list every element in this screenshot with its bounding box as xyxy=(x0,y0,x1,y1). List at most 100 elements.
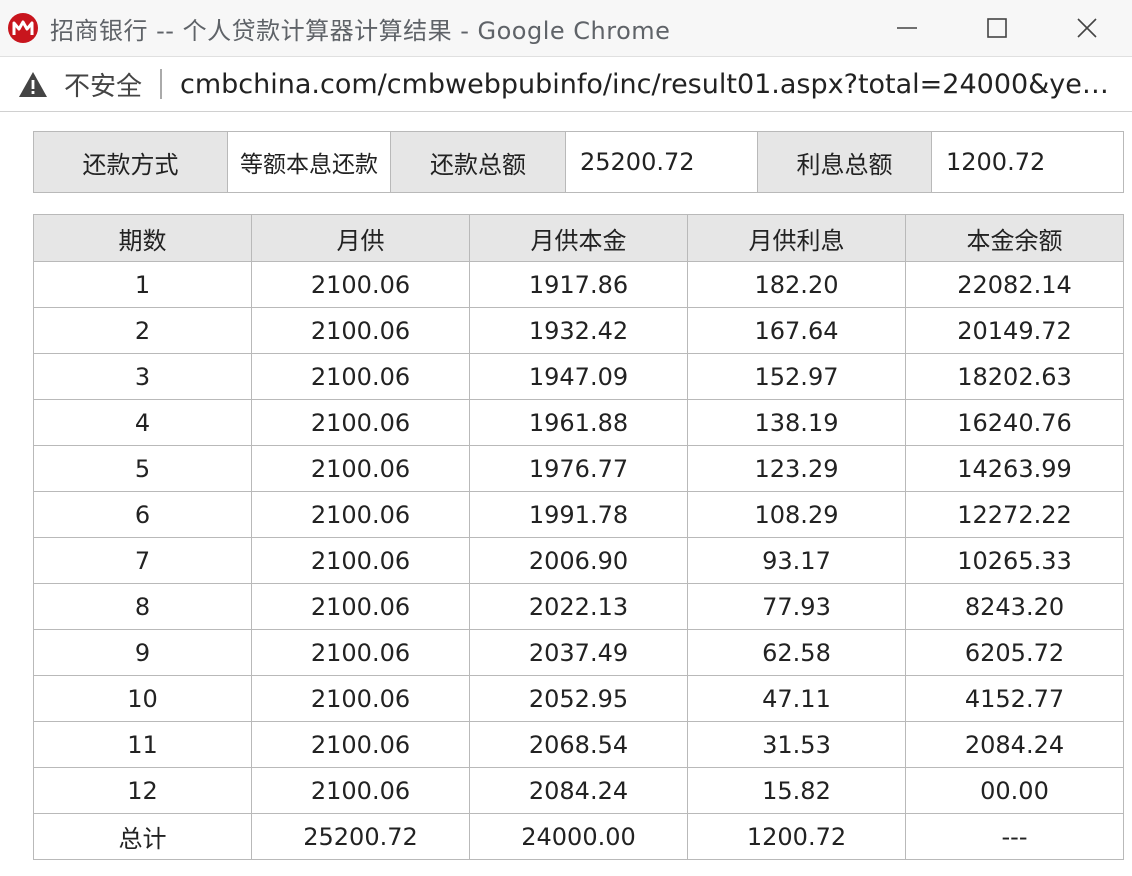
cell-monthly-interest: 167.64 xyxy=(687,307,906,354)
table-row: 1 2100.06 1917.86 182.20 22082.14 xyxy=(33,261,1124,308)
url-field[interactable]: cmbchina.com/cmbwebpubinfo/inc/result01.… xyxy=(180,69,1120,100)
cell-monthly-principal: 1917.86 xyxy=(469,261,688,308)
close-icon[interactable] xyxy=(1042,0,1132,56)
minimize-icon[interactable] xyxy=(862,0,952,56)
cmb-logo-icon xyxy=(8,13,38,43)
window-title-bar: 招商银行 -- 个人贷款计算器计算结果 - Google Chrome xyxy=(0,0,1132,56)
cell-monthly-interest: 15.82 xyxy=(687,767,906,814)
header-monthly-payment: 月供 xyxy=(251,214,470,262)
cell-monthly-payment: 2100.06 xyxy=(251,445,470,492)
cell-total-remaining: --- xyxy=(905,813,1124,860)
cell-monthly-payment: 2100.06 xyxy=(251,537,470,584)
table-row: 12 2100.06 2084.24 15.82 00.00 xyxy=(33,767,1124,814)
cell-monthly-principal: 2084.24 xyxy=(469,767,688,814)
table-row: 5 2100.06 1976.77 123.29 14263.99 xyxy=(33,445,1124,492)
cell-period: 3 xyxy=(33,353,252,400)
cell-monthly-principal: 2037.49 xyxy=(469,629,688,676)
cell-period: 8 xyxy=(33,583,252,630)
address-separator xyxy=(160,69,163,99)
cell-monthly-principal: 1976.77 xyxy=(469,445,688,492)
cell-remaining-principal: 2084.24 xyxy=(905,721,1124,768)
cell-period: 4 xyxy=(33,399,252,446)
cell-monthly-interest: 31.53 xyxy=(687,721,906,768)
cell-monthly-interest: 77.93 xyxy=(687,583,906,630)
table-row: 7 2100.06 2006.90 93.17 10265.33 xyxy=(33,537,1124,584)
cell-total-payment: 25200.72 xyxy=(251,813,470,860)
cell-remaining-principal: 10265.33 xyxy=(905,537,1124,584)
cell-total-label: 总计 xyxy=(33,813,252,860)
cell-period: 7 xyxy=(33,537,252,584)
cell-monthly-payment: 2100.06 xyxy=(251,583,470,630)
header-monthly-interest: 月供利息 xyxy=(687,214,906,262)
cell-monthly-interest: 152.97 xyxy=(687,353,906,400)
cell-monthly-payment: 2100.06 xyxy=(251,675,470,722)
summary-table: 还款方式 等额本息还款 还款总额 25200.72 利息总额 1200.72 xyxy=(33,131,1124,193)
cell-remaining-principal: 00.00 xyxy=(905,767,1124,814)
cell-monthly-payment: 2100.06 xyxy=(251,353,470,400)
cell-monthly-interest: 138.19 xyxy=(687,399,906,446)
cell-remaining-principal: 4152.77 xyxy=(905,675,1124,722)
cell-monthly-principal: 2068.54 xyxy=(469,721,688,768)
cell-remaining-principal: 8243.20 xyxy=(905,583,1124,630)
cell-monthly-payment: 2100.06 xyxy=(251,261,470,308)
cell-monthly-payment: 2100.06 xyxy=(251,767,470,814)
header-remaining-principal: 本金余额 xyxy=(905,214,1124,262)
cell-remaining-principal: 14263.99 xyxy=(905,445,1124,492)
cell-monthly-payment: 2100.06 xyxy=(251,721,470,768)
table-row: 10 2100.06 2052.95 47.11 4152.77 xyxy=(33,675,1124,722)
cell-remaining-principal: 12272.22 xyxy=(905,491,1124,538)
repayment-schedule-table: 期数 月供 月供本金 月供利息 本金余额 1 2100.06 1917.86 1… xyxy=(33,214,1124,860)
cell-monthly-interest: 47.11 xyxy=(687,675,906,722)
cell-period: 5 xyxy=(33,445,252,492)
security-status-label[interactable]: 不安全 xyxy=(64,66,142,103)
total-repayment-value: 25200.72 xyxy=(565,131,758,193)
repayment-method-label: 还款方式 xyxy=(33,131,228,193)
cell-monthly-interest: 62.58 xyxy=(687,629,906,676)
warning-icon[interactable] xyxy=(18,70,48,98)
cell-monthly-principal: 2022.13 xyxy=(469,583,688,630)
repayment-method-value: 等额本息还款 xyxy=(227,131,391,193)
cell-monthly-principal: 1991.78 xyxy=(469,491,688,538)
table-row: 3 2100.06 1947.09 152.97 18202.63 xyxy=(33,353,1124,400)
cell-monthly-principal: 2052.95 xyxy=(469,675,688,722)
cell-monthly-interest: 108.29 xyxy=(687,491,906,538)
cell-period: 6 xyxy=(33,491,252,538)
table-header-row: 期数 月供 月供本金 月供利息 本金余额 xyxy=(33,214,1124,262)
cell-period: 2 xyxy=(33,307,252,354)
total-interest-value: 1200.72 xyxy=(931,131,1124,193)
header-period: 期数 xyxy=(33,214,252,262)
cell-period: 10 xyxy=(33,675,252,722)
table-row: 11 2100.06 2068.54 31.53 2084.24 xyxy=(33,721,1124,768)
address-bar[interactable]: 不安全 cmbchina.com/cmbwebpubinfo/inc/resul… xyxy=(0,56,1132,112)
cell-monthly-principal: 1947.09 xyxy=(469,353,688,400)
cell-monthly-payment: 2100.06 xyxy=(251,307,470,354)
cell-monthly-payment: 2100.06 xyxy=(251,629,470,676)
cell-monthly-payment: 2100.06 xyxy=(251,491,470,538)
cell-remaining-principal: 6205.72 xyxy=(905,629,1124,676)
cell-remaining-principal: 16240.76 xyxy=(905,399,1124,446)
table-row: 9 2100.06 2037.49 62.58 6205.72 xyxy=(33,629,1124,676)
table-total-row: 总计 25200.72 24000.00 1200.72 --- xyxy=(33,813,1124,860)
cell-total-interest: 1200.72 xyxy=(687,813,906,860)
cell-monthly-payment: 2100.06 xyxy=(251,399,470,446)
cell-period: 12 xyxy=(33,767,252,814)
page-content: 还款方式 等额本息还款 还款总额 25200.72 利息总额 1200.72 期… xyxy=(0,112,1132,876)
total-interest-label: 利息总额 xyxy=(757,131,932,193)
summary-row: 还款方式 等额本息还款 还款总额 25200.72 利息总额 1200.72 xyxy=(33,131,1124,193)
maximize-icon[interactable] xyxy=(952,0,1042,56)
total-repayment-label: 还款总额 xyxy=(390,131,566,193)
table-row: 2 2100.06 1932.42 167.64 20149.72 xyxy=(33,307,1124,354)
cell-period: 9 xyxy=(33,629,252,676)
cell-remaining-principal: 18202.63 xyxy=(905,353,1124,400)
window-controls xyxy=(862,0,1132,56)
cell-total-principal: 24000.00 xyxy=(469,813,688,860)
cell-monthly-principal: 1961.88 xyxy=(469,399,688,446)
cell-monthly-principal: 2006.90 xyxy=(469,537,688,584)
table-row: 8 2100.06 2022.13 77.93 8243.20 xyxy=(33,583,1124,630)
cell-remaining-principal: 20149.72 xyxy=(905,307,1124,354)
header-monthly-principal: 月供本金 xyxy=(469,214,688,262)
cell-monthly-interest: 182.20 xyxy=(687,261,906,308)
window-title: 招商银行 -- 个人贷款计算器计算结果 - Google Chrome xyxy=(50,16,671,45)
cell-period: 11 xyxy=(33,721,252,768)
cell-monthly-principal: 1932.42 xyxy=(469,307,688,354)
